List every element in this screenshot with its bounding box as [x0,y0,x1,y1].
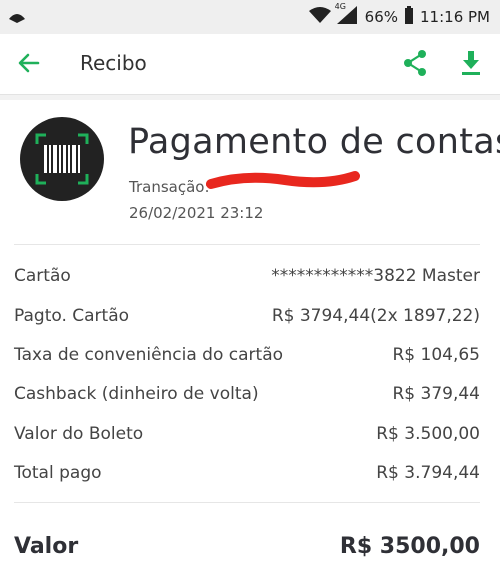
detail-value: R$ 379,44 [392,384,480,404]
detail-label: Cashback (dinheiro de volta) [14,384,259,404]
battery-percent: 66% [364,8,399,26]
transaction-date: 26/02/2021 23:12 [129,204,264,222]
total-value: R$ 3500,00 [339,533,480,559]
detail-value: R$ 104,65 [392,345,480,365]
detail-row: Cartão ************3822 Master [14,262,480,290]
back-arrow-icon[interactable] [16,50,42,76]
detail-row: Total pago R$ 3.794,44 [14,459,480,487]
notification-icon [8,8,26,27]
network-type: 4G [334,2,346,11]
receipt-title: Pagamento de contas [128,122,500,162]
total-label: Valor [14,533,79,559]
total-row: Valor R$ 3500,00 [14,528,480,564]
signal-icon: 4G [335,2,359,28]
receipt-card: Pagamento de contas Transação: 26/02/202… [0,100,500,581]
app-bar: Recibo [0,34,500,95]
redaction-mark [206,171,360,189]
detail-value: R$ 3.794,44 [376,463,480,483]
download-icon[interactable] [458,49,484,77]
detail-row: Valor do Boleto R$ 3.500,00 [14,420,480,448]
transaction-label: Transação: [129,178,210,196]
detail-label: Cartão [14,266,71,286]
share-icon[interactable] [402,49,428,77]
detail-label: Pagto. Cartão [14,306,130,326]
wifi-icon [308,7,331,27]
barcode-icon [20,117,104,201]
detail-value: ************3822 Master [271,266,480,286]
clock: 11:16 PM [420,8,490,26]
divider [14,244,480,245]
detail-row: Pagto. Cartão R$ 3794,44(2x 1897,22) [14,302,480,330]
detail-value: R$ 3.500,00 [376,424,480,444]
status-bar: 4G 66% 11:16 PM [0,0,500,34]
battery-icon [404,6,414,28]
detail-label: Total pago [14,463,102,483]
detail-row: Cashback (dinheiro de volta) R$ 379,44 [14,380,480,408]
divider [14,502,480,503]
detail-label: Valor do Boleto [14,424,144,444]
page-title: Recibo [80,51,147,75]
detail-label: Taxa de conveniência do cartão [14,345,284,365]
detail-row: Taxa de conveniência do cartão R$ 104,65 [14,341,480,369]
detail-value: R$ 3794,44(2x 1897,22) [271,306,480,326]
